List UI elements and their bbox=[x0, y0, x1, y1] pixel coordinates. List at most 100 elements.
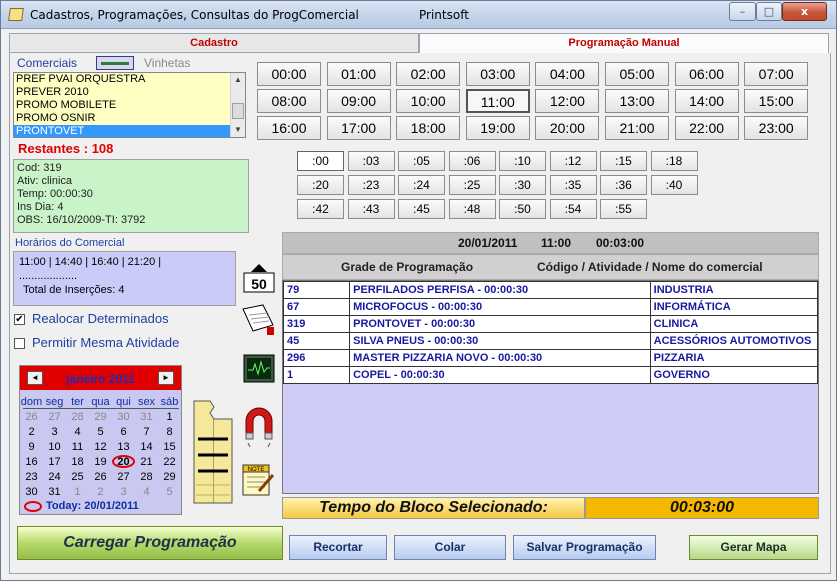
hour-button[interactable]: 08:00 bbox=[257, 89, 321, 113]
cell-code[interactable]: 45 bbox=[282, 332, 351, 350]
minute-button[interactable]: :35 bbox=[549, 175, 597, 195]
toggle-vinhetas-icon[interactable] bbox=[96, 56, 134, 70]
list-item[interactable]: PROMO OSNIR bbox=[14, 112, 245, 125]
cell-code[interactable]: 67 bbox=[282, 298, 351, 316]
cell-code[interactable]: 1 bbox=[282, 366, 351, 384]
hour-button[interactable]: 12:00 bbox=[535, 89, 600, 113]
colar-button[interactable]: Colar bbox=[394, 535, 506, 560]
calendar-day[interactable]: 14 bbox=[135, 440, 158, 455]
table-row[interactable]: 1 COPEL - 00:00:30 GOVERNO bbox=[282, 366, 819, 384]
realocar-checkbox[interactable]: ✔ bbox=[14, 314, 25, 325]
realocar-label[interactable]: Realocar Determinados bbox=[32, 311, 169, 326]
calendar-day[interactable]: 28 bbox=[135, 470, 158, 485]
calendar-day[interactable]: 25 bbox=[66, 470, 89, 485]
hour-button[interactable]: 10:00 bbox=[396, 89, 461, 113]
minute-button[interactable]: :25 bbox=[448, 175, 496, 195]
list-scrollbar[interactable]: ▲ ▼ bbox=[230, 73, 245, 137]
minute-button[interactable]: :50 bbox=[499, 199, 546, 219]
minute-button[interactable]: :20 bbox=[297, 175, 344, 195]
hour-button[interactable]: 01:00 bbox=[326, 62, 391, 86]
tab-cadastro[interactable]: Cadastro bbox=[9, 33, 419, 53]
list-item[interactable]: PRONTOVET bbox=[14, 125, 245, 137]
minute-button[interactable]: :18 bbox=[650, 151, 698, 171]
calendar-day[interactable]: 3 bbox=[43, 425, 66, 440]
minute-button[interactable]: :06 bbox=[448, 151, 496, 171]
salvar-programacao-button[interactable]: Salvar Programação bbox=[513, 535, 656, 560]
calendar-day[interactable]: 1 bbox=[66, 485, 89, 500]
calendar-day[interactable]: 12 bbox=[89, 440, 112, 455]
calendar-day[interactable]: 26 bbox=[89, 470, 112, 485]
note-icon[interactable]: NOTE bbox=[241, 461, 275, 497]
hour-button[interactable]: 16:00 bbox=[257, 116, 321, 140]
calendar-day[interactable]: 26 bbox=[20, 410, 43, 425]
permitir-checkbox[interactable] bbox=[14, 338, 25, 349]
list-item[interactable]: PREF PVAI ORQUESTRA bbox=[14, 73, 245, 86]
minute-button[interactable]: :48 bbox=[448, 199, 496, 219]
cell-activity[interactable]: ACESSÓRIOS AUTOMOTIVOS bbox=[649, 332, 819, 350]
scroll-down-icon[interactable]: ▼ bbox=[231, 123, 245, 137]
hour-button[interactable]: 23:00 bbox=[744, 116, 809, 140]
table-row[interactable]: 67 MICROFOCUS - 00:00:30 INFORMÁTICA bbox=[282, 298, 819, 316]
hour-button[interactable]: 04:00 bbox=[535, 62, 600, 86]
calendar-day[interactable]: 10 bbox=[43, 440, 66, 455]
list-item[interactable]: PREVER 2010 bbox=[14, 86, 245, 99]
calendar-day[interactable]: 7 bbox=[135, 425, 158, 440]
minute-button[interactable]: :00 bbox=[297, 151, 344, 171]
calendar-day[interactable]: 17 bbox=[43, 455, 66, 470]
programacao-table[interactable]: 79 PERFILADOS PERFISA - 00:00:30 INDUSTRIA… bbox=[282, 281, 819, 384]
calendar-day[interactable]: 29 bbox=[158, 470, 181, 485]
calendar-day[interactable]: 31 bbox=[135, 410, 158, 425]
cell-name[interactable]: PRONTOVET - 00:00:30 bbox=[349, 315, 651, 333]
hour-button[interactable]: 07:00 bbox=[744, 62, 809, 86]
scroll-up-icon[interactable]: ▲ bbox=[231, 73, 245, 87]
cell-activity[interactable]: INDUSTRIA bbox=[649, 281, 819, 299]
calendar-day[interactable]: 29 bbox=[89, 410, 112, 425]
cell-code[interactable]: 79 bbox=[282, 281, 351, 299]
calendar-today[interactable]: Today: 20/01/2011 bbox=[24, 500, 139, 512]
fifty-icon[interactable]: 50 bbox=[243, 263, 275, 293]
list-item[interactable]: PROMO MOBILETE bbox=[14, 99, 245, 112]
calendar-day[interactable]: 31 bbox=[43, 485, 66, 500]
calendar-day[interactable]: 6 bbox=[112, 425, 135, 440]
hour-button[interactable]: 09:00 bbox=[326, 89, 391, 113]
hour-button[interactable]: 19:00 bbox=[465, 116, 530, 140]
minute-button[interactable]: :36 bbox=[600, 175, 647, 195]
calendar-day[interactable]: 23 bbox=[20, 470, 43, 485]
next-month-icon[interactable]: ► bbox=[158, 371, 174, 385]
calendar-day[interactable]: 8 bbox=[158, 425, 181, 440]
cell-name[interactable]: MASTER PIZZARIA NOVO - 00:00:30 bbox=[349, 349, 651, 367]
cell-name[interactable]: MICROFOCUS - 00:00:30 bbox=[349, 298, 651, 316]
calendar-day[interactable]: 30 bbox=[20, 485, 43, 500]
calendar-day[interactable]: 18 bbox=[66, 455, 89, 470]
minute-button[interactable]: :05 bbox=[398, 151, 445, 171]
hour-button[interactable]: 05:00 bbox=[605, 62, 669, 86]
minute-button[interactable]: :54 bbox=[549, 199, 597, 219]
minimize-button[interactable]: – bbox=[729, 2, 756, 21]
calendar-day[interactable]: 2 bbox=[89, 485, 112, 500]
monitor-wave-icon[interactable] bbox=[243, 354, 275, 384]
calendar-day[interactable]: 3 bbox=[112, 485, 135, 500]
calendar-day[interactable]: 21 bbox=[135, 455, 158, 470]
minute-button[interactable]: :24 bbox=[398, 175, 445, 195]
minute-button[interactable]: :42 bbox=[297, 199, 344, 219]
edit-document-icon[interactable] bbox=[241, 303, 274, 335]
hour-button[interactable]: 14:00 bbox=[674, 89, 739, 113]
minute-button[interactable]: :45 bbox=[398, 199, 445, 219]
hour-button[interactable]: 13:00 bbox=[605, 89, 669, 113]
hour-button[interactable]: 22:00 bbox=[674, 116, 739, 140]
table-row[interactable]: 45 SILVA PNEUS - 00:00:30 ACESSÓRIOS AUTOM… bbox=[282, 332, 819, 350]
cell-code[interactable]: 319 bbox=[282, 315, 351, 333]
tab-programacao-manual[interactable]: Programação Manual bbox=[419, 33, 829, 54]
hour-button[interactable]: 11:00 bbox=[465, 89, 530, 113]
cell-activity[interactable]: CLINICA bbox=[649, 315, 819, 333]
minute-button[interactable]: :43 bbox=[347, 199, 395, 219]
hour-button[interactable]: 15:00 bbox=[744, 89, 809, 113]
recortar-button[interactable]: Recortar bbox=[289, 535, 387, 560]
calendar-day[interactable]: 1 bbox=[158, 410, 181, 425]
building-icon[interactable] bbox=[192, 399, 234, 505]
cell-activity[interactable]: PIZZARIA bbox=[649, 349, 819, 367]
comerciais-link[interactable]: Comerciais bbox=[17, 56, 77, 70]
table-row[interactable]: 79 PERFILADOS PERFISA - 00:00:30 INDUSTRIA bbox=[282, 281, 819, 299]
table-row[interactable]: 296 MASTER PIZZARIA NOVO - 00:00:30 PIZZAR… bbox=[282, 349, 819, 367]
minute-button[interactable]: :30 bbox=[499, 175, 546, 195]
